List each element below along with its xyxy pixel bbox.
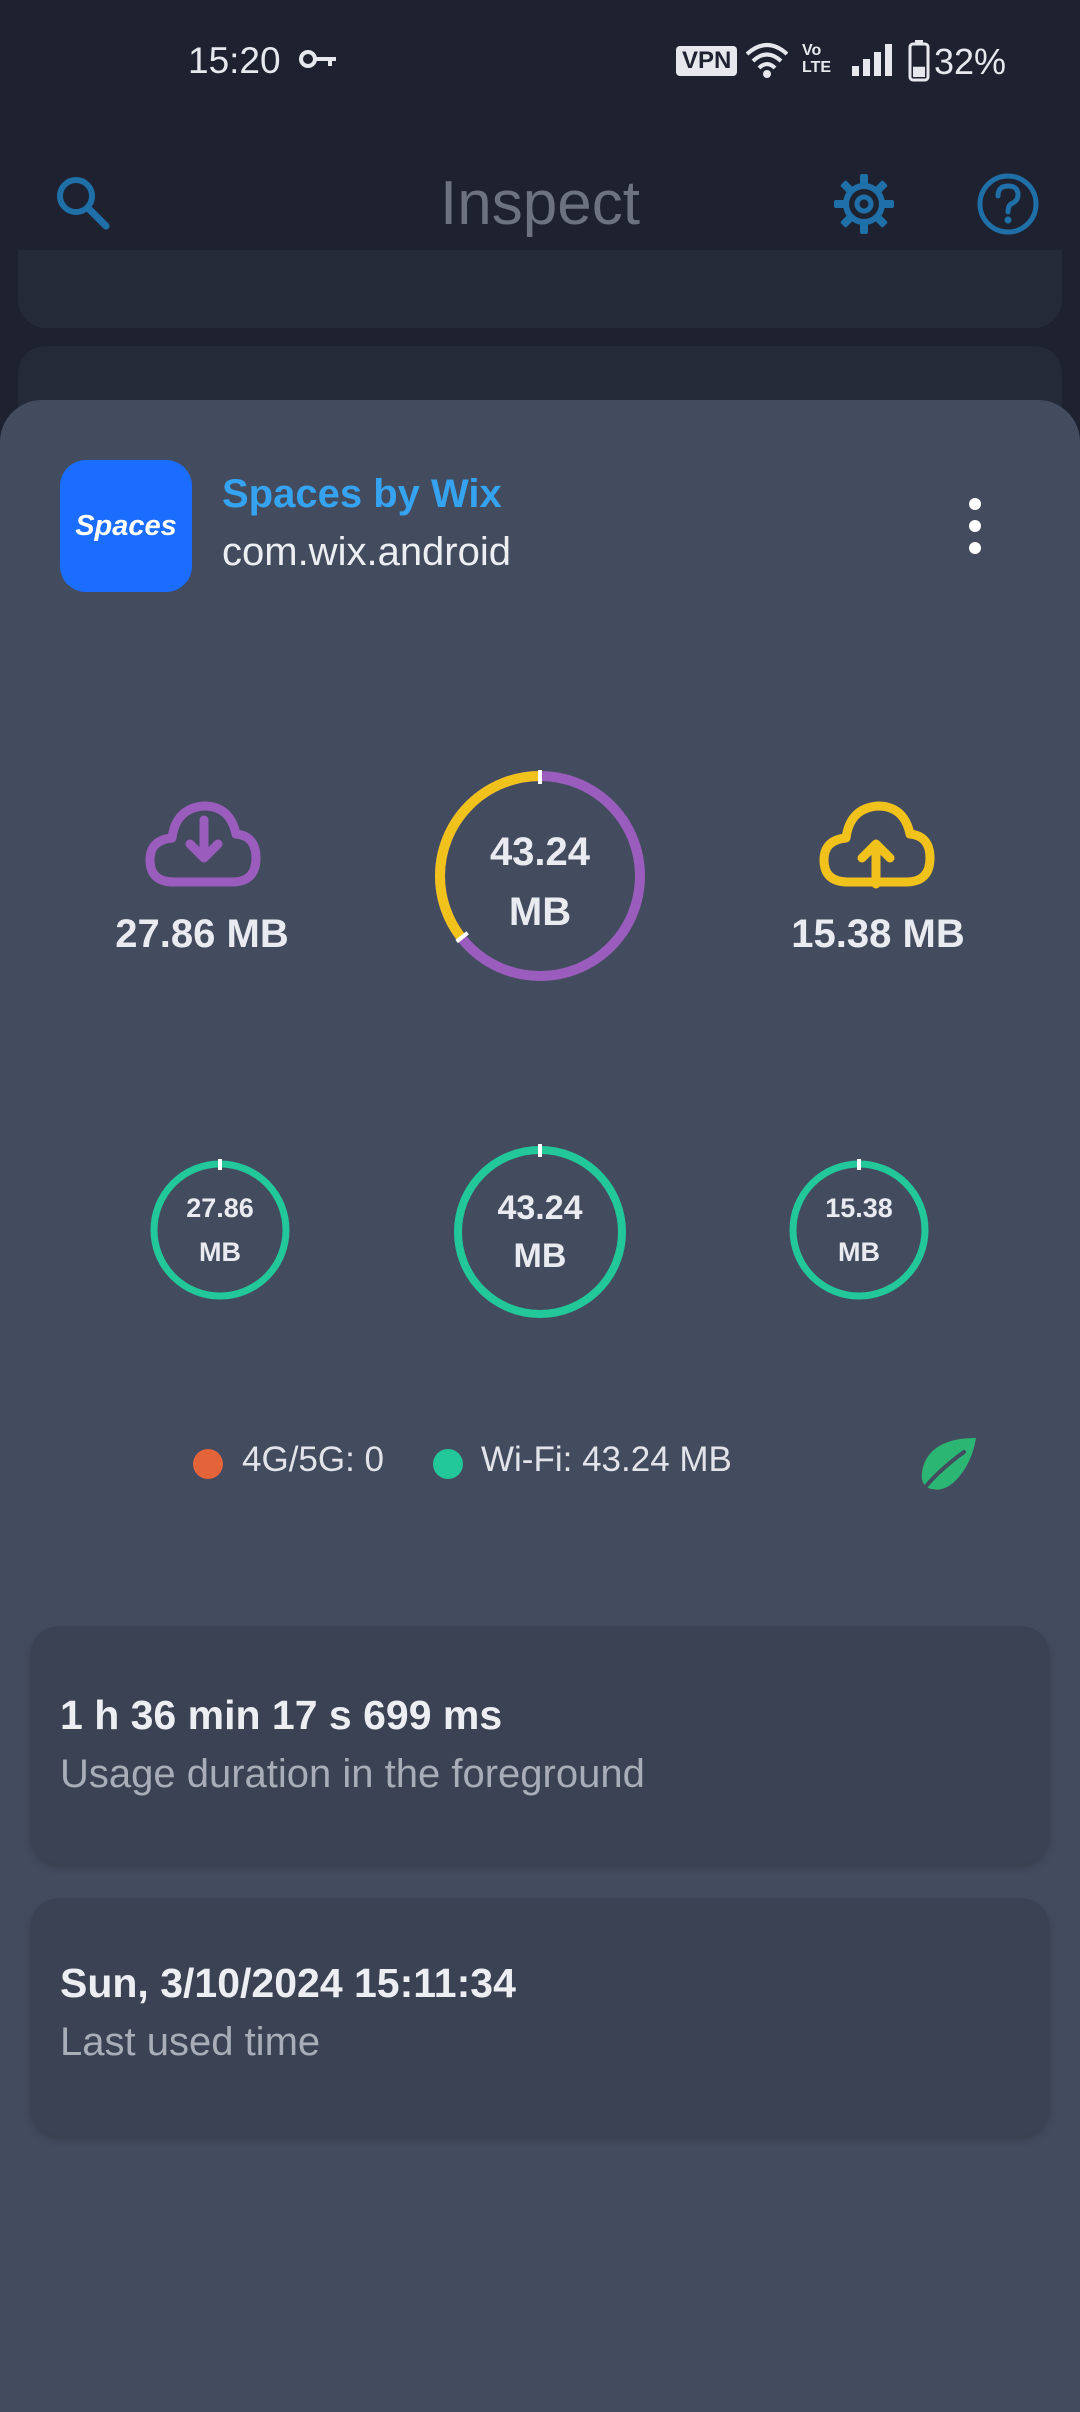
more-options-icon[interactable] bbox=[962, 496, 988, 556]
last-used-label: Last used time bbox=[60, 2020, 321, 2064]
key-icon bbox=[299, 50, 336, 68]
background-card bbox=[18, 250, 1062, 328]
ring-value: 43.24 bbox=[497, 1189, 583, 1227]
volte-bottom: LTE bbox=[802, 59, 832, 76]
upload-network-label: 15.38 MB bbox=[787, 1186, 931, 1274]
mobile-legend-dot bbox=[193, 1449, 223, 1479]
gear-icon[interactable] bbox=[832, 172, 896, 236]
wifi-legend-dot bbox=[433, 1449, 463, 1479]
battery-icon bbox=[908, 40, 930, 82]
usage-duration-card: 1 h 36 min 17 s 699 ms Usage duration in… bbox=[30, 1626, 1050, 1864]
total-network-label: 43.24 MB bbox=[451, 1184, 629, 1280]
ring-unit: MB bbox=[513, 1237, 567, 1275]
volte-icon: Vo LTE bbox=[802, 42, 831, 76]
app-package: com.wix.android bbox=[222, 530, 512, 574]
mobile-data-legend: 4G/5G: 0 bbox=[242, 1440, 385, 1479]
app-icon-text: Spaces bbox=[75, 509, 177, 542]
help-icon[interactable] bbox=[976, 172, 1040, 236]
app-name: Spaces by Wix bbox=[222, 472, 502, 516]
battery-percent: 32% bbox=[934, 41, 1007, 82]
usage-duration-label: Usage duration in the foreground bbox=[60, 1752, 645, 1796]
upload-cloud-icon bbox=[819, 801, 935, 889]
ring-value: 27.86 bbox=[186, 1193, 254, 1223]
signal-icon bbox=[852, 44, 892, 76]
download-network-label: 27.86 MB bbox=[148, 1186, 292, 1274]
total-value: 43.24 bbox=[489, 830, 591, 874]
upload-total: 15.38 MB bbox=[791, 912, 965, 956]
volte-top: Vo bbox=[802, 42, 822, 59]
status-time: 15:20 bbox=[188, 40, 281, 81]
download-cloud-icon bbox=[145, 801, 261, 887]
ring-unit: MB bbox=[199, 1237, 241, 1267]
download-total: 27.86 MB bbox=[115, 912, 289, 956]
app-icon: Spaces bbox=[60, 460, 192, 592]
total-unit: MB bbox=[508, 890, 572, 934]
wifi-data-legend: Wi-Fi: 43.24 MB bbox=[481, 1440, 732, 1479]
wifi-icon bbox=[745, 43, 789, 78]
usage-duration-value: 1 h 36 min 17 s 699 ms bbox=[60, 1692, 503, 1738]
last-used-card: Sun, 3/10/2024 15:11:34 Last used time bbox=[30, 1898, 1050, 2136]
vpn-badge: VPN bbox=[676, 46, 738, 76]
last-used-value: Sun, 3/10/2024 15:11:34 bbox=[60, 1960, 516, 2006]
ring-value: 15.38 bbox=[825, 1193, 893, 1223]
page-title: Inspect bbox=[440, 169, 640, 238]
leaf-icon[interactable] bbox=[914, 1434, 980, 1500]
traffic-total-label: 43.24 MB bbox=[432, 822, 648, 942]
ring-unit: MB bbox=[838, 1237, 880, 1267]
